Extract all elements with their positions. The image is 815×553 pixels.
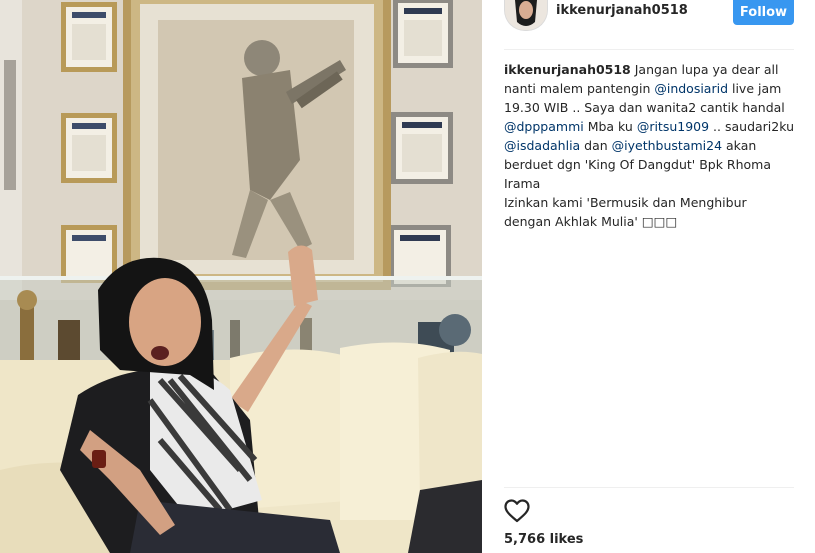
header-divider — [504, 49, 794, 50]
wall-certificate — [61, 113, 117, 183]
framed-poster — [123, 0, 391, 290]
likes-count[interactable]: 5,766 likes — [504, 532, 583, 547]
wall-certificate — [391, 112, 453, 184]
wall-certificate — [61, 2, 117, 72]
mention-link[interactable]: @isdadahlia — [504, 138, 580, 153]
caption-text: Mba ku — [583, 119, 637, 134]
caption-text: .. saudari2ku — [709, 119, 798, 134]
post-details-panel: ikkenurjanah0518 Follow ikkenurjanah0518… — [482, 0, 815, 553]
avatar-image — [505, 0, 547, 30]
caption-username-link[interactable]: ikkenurjanah0518 — [504, 62, 631, 77]
mention-link[interactable]: @ritsu1909 — [637, 119, 709, 134]
photo-illustration — [0, 0, 482, 553]
follow-button[interactable]: Follow — [733, 0, 794, 25]
username-link[interactable]: ikkenurjanah0518 — [556, 3, 688, 18]
avatar[interactable] — [504, 0, 548, 31]
caption-text: dan — [580, 138, 612, 153]
actions-divider — [504, 487, 794, 488]
post-photo[interactable] — [0, 0, 482, 553]
post-header: ikkenurjanah0518 Follow — [482, 0, 815, 50]
mention-link[interactable]: @indosiarid — [654, 81, 728, 96]
wall-certificate — [61, 225, 117, 283]
post-caption: ikkenurjanah0518 Jangan lupa ya dear all… — [504, 60, 796, 231]
heart-outline-icon[interactable] — [504, 499, 532, 525]
mention-link[interactable]: @dpppammi — [504, 119, 584, 134]
wall-certificate — [393, 0, 453, 68]
mention-link[interactable]: @iyethbustami24 — [612, 138, 722, 153]
